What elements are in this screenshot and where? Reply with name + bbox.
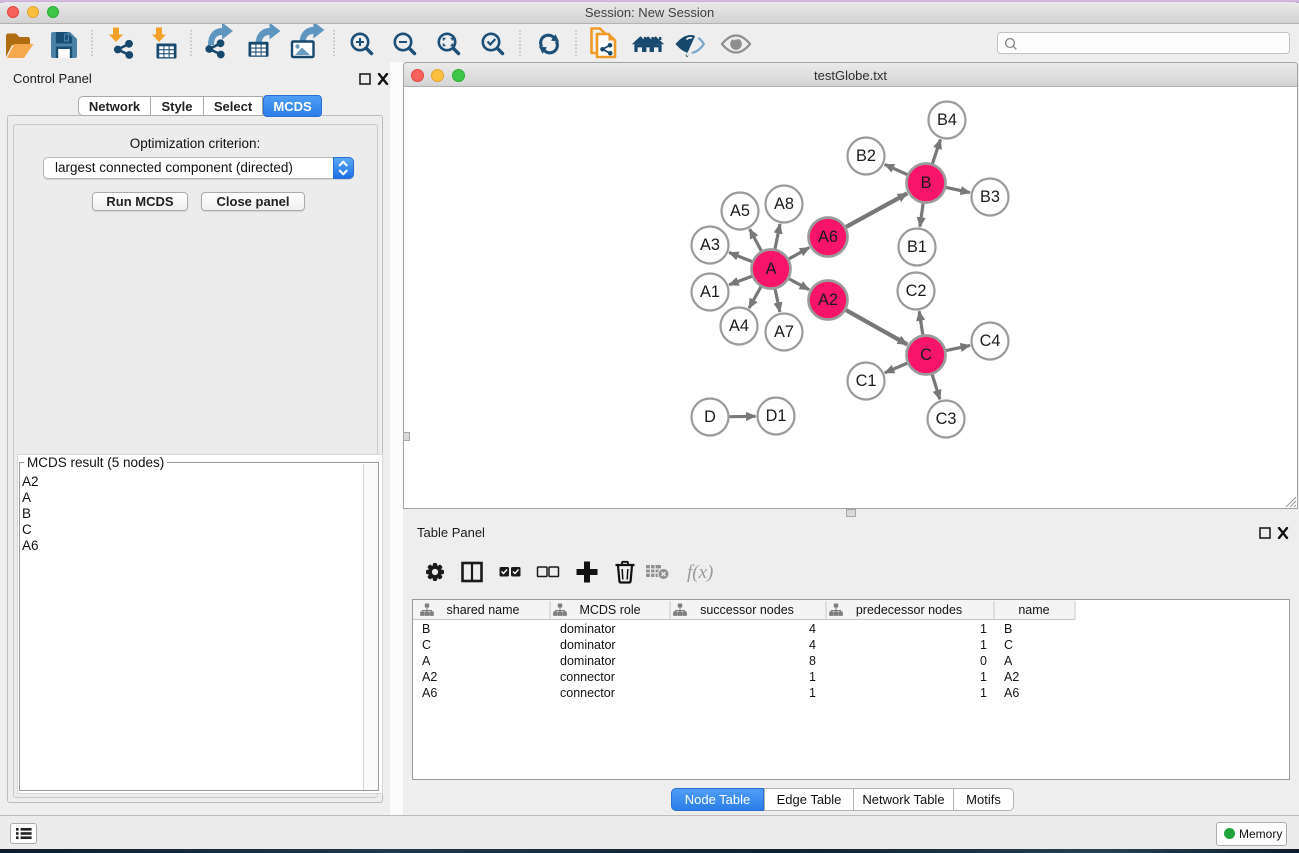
svg-text:A7: A7 — [774, 323, 794, 341]
svg-text:B: B — [422, 622, 430, 636]
svg-text:B: B — [921, 174, 932, 192]
svg-text:B1: B1 — [907, 238, 927, 256]
svg-text:A: A — [1004, 654, 1013, 668]
svg-text:MCDS role: MCDS role — [579, 603, 640, 617]
svg-text:shared name: shared name — [447, 603, 520, 617]
svg-text:1: 1 — [980, 670, 987, 684]
svg-text:successor nodes: successor nodes — [700, 603, 794, 617]
svg-text:D1: D1 — [766, 407, 787, 425]
svg-text:1: 1 — [980, 622, 987, 636]
svg-text:dominator: dominator — [560, 654, 616, 668]
svg-text:C2: C2 — [906, 282, 927, 300]
svg-text:8: 8 — [809, 654, 816, 668]
svg-text:B4: B4 — [937, 111, 957, 129]
svg-text:C1: C1 — [856, 372, 877, 390]
svg-text:A8: A8 — [774, 195, 794, 213]
svg-text:A: A — [766, 260, 777, 278]
svg-text:f(x): f(x) — [687, 562, 713, 583]
svg-text:A4: A4 — [729, 317, 749, 335]
svg-text:C: C — [920, 346, 932, 364]
svg-text:C: C — [1004, 638, 1013, 652]
svg-text:A6: A6 — [818, 228, 838, 246]
svg-text:A2: A2 — [422, 670, 437, 684]
svg-text:1: 1 — [809, 670, 816, 684]
svg-text:A5: A5 — [730, 202, 750, 220]
svg-text:1: 1 — [980, 686, 987, 700]
svg-text:A6: A6 — [422, 686, 437, 700]
svg-text:dominator: dominator — [560, 638, 616, 652]
svg-text:1: 1 — [980, 638, 987, 652]
svg-text:4: 4 — [809, 638, 816, 652]
svg-text:B3: B3 — [980, 188, 1000, 206]
svg-text:dominator: dominator — [560, 622, 616, 636]
svg-text:connector: connector — [560, 686, 615, 700]
svg-text:A1: A1 — [700, 283, 720, 301]
svg-text:predecessor nodes: predecessor nodes — [856, 603, 962, 617]
svg-text:A3: A3 — [700, 236, 720, 254]
svg-text:4: 4 — [809, 622, 816, 636]
svg-text:1: 1 — [809, 686, 816, 700]
svg-text:name: name — [1018, 603, 1049, 617]
svg-text:B: B — [1004, 622, 1012, 636]
svg-text:C3: C3 — [936, 410, 957, 428]
svg-text:B2: B2 — [856, 147, 876, 165]
svg-text:connector: connector — [560, 670, 615, 684]
svg-text:A2: A2 — [1004, 670, 1019, 684]
svg-text:D: D — [704, 408, 716, 426]
svg-text:0: 0 — [980, 654, 987, 668]
svg-text:A: A — [422, 654, 431, 668]
svg-text:C: C — [422, 638, 431, 652]
svg-text:A2: A2 — [818, 291, 838, 309]
svg-text:C4: C4 — [980, 332, 1001, 350]
svg-text:A6: A6 — [1004, 686, 1019, 700]
